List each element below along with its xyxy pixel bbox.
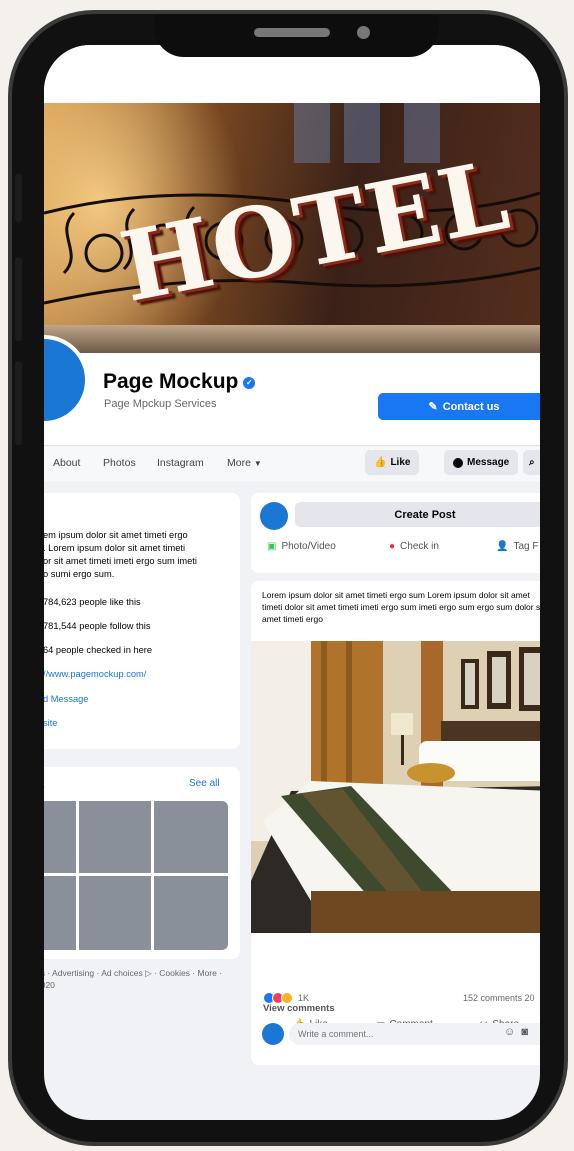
like-page-label: Like	[390, 457, 411, 468]
contact-us-label: Contact us	[442, 400, 500, 413]
photo-thumbnail[interactable]	[79, 876, 151, 950]
search-icon: ⌕	[529, 457, 535, 468]
follows-count: 781,544 people follow this	[44, 621, 151, 631]
post-card: Lorem ipsum dolor sit amet timeti ergo s…	[251, 581, 540, 1065]
speaker-grille	[254, 28, 330, 37]
about-card: em ipsum dolor sit amet timeti ergo . Lo…	[44, 493, 240, 749]
about-description-line: . Lorem ipsum dolor sit amet timeti	[44, 543, 186, 553]
post-photo[interactable]	[251, 641, 540, 933]
tab-photos[interactable]: Photos	[103, 457, 136, 469]
page-tabs-bar: About Photos Instagram More ▼ 👍 Like Mes…	[44, 445, 540, 481]
volume-down-button	[15, 361, 22, 445]
mute-switch	[15, 174, 22, 222]
comments-section: View comments ☺ ◙	[251, 1000, 540, 1070]
search-page-button[interactable]: ⌕	[523, 450, 540, 475]
contact-us-button[interactable]: ✎ Contact us	[378, 393, 540, 420]
photo-thumbnail[interactable]	[154, 876, 228, 950]
page-title-wrap: Page Mockup ✓	[103, 370, 256, 394]
photo-video-label: Photo/Video	[281, 541, 336, 552]
tab-more[interactable]: More ▼	[227, 457, 262, 469]
tag-friends-action[interactable]: 👤 Tag F	[496, 541, 538, 552]
see-all-link[interactable]: See all	[189, 778, 220, 789]
photos-card: s See all	[44, 767, 240, 959]
send-message-link[interactable]: d Message	[44, 694, 88, 704]
visit-website-link[interactable]: site	[44, 718, 57, 728]
user-avatar	[260, 502, 288, 530]
photo-icon: ▣	[267, 541, 277, 552]
checkins-count: 64 people checked in here	[44, 645, 153, 655]
photo-thumbnail[interactable]	[44, 801, 76, 873]
commenter-avatar	[262, 1023, 284, 1045]
like-page-button[interactable]: 👍 Like	[365, 450, 420, 475]
photo-thumbnail[interactable]	[154, 801, 228, 873]
page-title: Page Mockup	[103, 370, 239, 393]
cover-window	[294, 103, 330, 163]
photo-thumbnail[interactable]	[79, 801, 151, 873]
check-in-label: Check in	[400, 541, 439, 552]
message-label: Message	[467, 457, 510, 468]
footer-links: es · Advertising · Ad choices ▷ · Cookie…	[44, 968, 223, 978]
message-button[interactable]: Message	[444, 450, 519, 475]
thumbs-up-icon: 👍	[374, 457, 387, 468]
check-in-action[interactable]: ● Check in	[389, 541, 439, 552]
cover-photo[interactable]: HOTEL	[44, 103, 540, 353]
page-footer: es · Advertising · Ad choices ▷ · Cookie…	[44, 967, 236, 991]
comment-tools: ☺ ◙	[504, 1026, 528, 1038]
phone-screen: HOTEL Page Mockup ✓ Page Mpckup Services …	[44, 45, 540, 1120]
create-post-card: Create Post ▣ Photo/Video ● Check in 👤 T…	[251, 493, 540, 573]
cover-stone-ledge	[44, 325, 540, 353]
front-camera	[357, 26, 370, 39]
tab-more-label: More	[227, 457, 251, 469]
likes-count: 784,623 people like this	[44, 597, 141, 607]
about-description: em ipsum dolor sit amet timeti ergo . Lo…	[44, 529, 197, 581]
create-post-button[interactable]: Create Post	[295, 502, 540, 527]
photo-thumbnail[interactable]	[44, 876, 76, 950]
volume-up-button	[15, 257, 22, 341]
tag-label: Tag F	[513, 541, 539, 552]
photos-card-title: s	[44, 778, 45, 792]
messenger-icon	[453, 457, 463, 468]
view-comments-link[interactable]: View comments	[263, 1003, 335, 1014]
tab-about[interactable]: About	[53, 457, 80, 469]
tab-instagram[interactable]: Instagram	[157, 457, 204, 469]
footer-copyright: 2020	[44, 980, 55, 990]
pencil-icon: ✎	[428, 401, 438, 413]
about-description-line: o sumi ergo sum.	[44, 569, 115, 579]
about-description-line: or sit amet timeti imeti ergo sum imeti	[44, 556, 197, 566]
page-category: Page Mpckup Services	[104, 398, 217, 410]
post-text: Lorem ipsum dolor sit amet timeti ergo s…	[262, 590, 540, 624]
location-pin-icon: ●	[389, 541, 396, 552]
photo-video-action[interactable]: ▣ Photo/Video	[267, 541, 336, 552]
phone-frame: HOTEL Page Mockup ✓ Page Mpckup Services …	[8, 10, 568, 1146]
tag-people-icon: 👤	[496, 541, 509, 552]
about-description-line: em ipsum dolor sit amet timeti ergo	[44, 530, 188, 540]
camera-icon[interactable]: ◙	[521, 1026, 528, 1038]
website-link[interactable]: //www.pagemockup.com/	[44, 669, 146, 679]
emoji-icon[interactable]: ☺	[504, 1026, 515, 1038]
cover-window	[344, 103, 380, 163]
bedroom-photo	[251, 641, 540, 933]
comment-input[interactable]	[289, 1023, 540, 1045]
verified-badge-icon: ✓	[243, 377, 256, 389]
profile-header: Page Mockup ✓ Page Mpckup Services ✎ Cont…	[44, 335, 540, 445]
phone-notch	[154, 14, 439, 57]
caret-down-icon: ▼	[253, 459, 262, 468]
